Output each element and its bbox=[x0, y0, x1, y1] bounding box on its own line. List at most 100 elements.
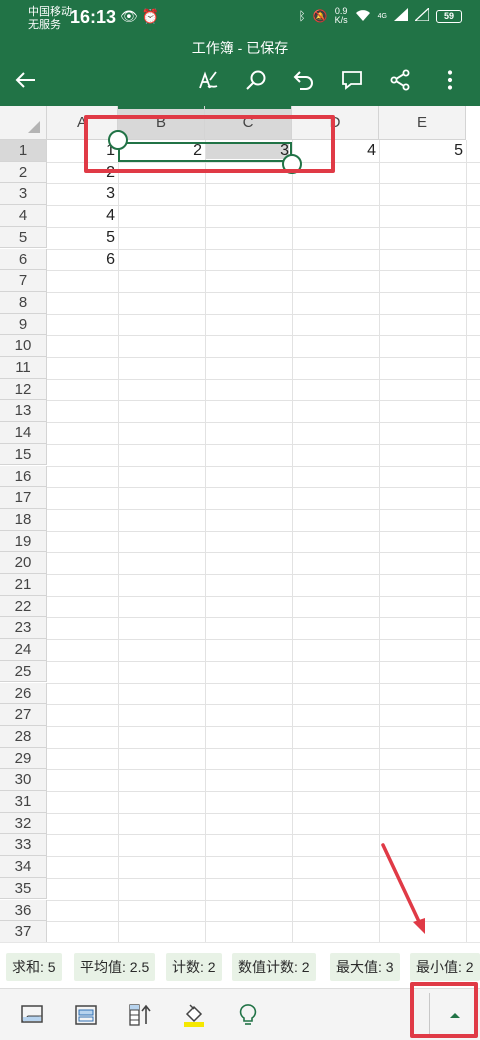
row-gridline bbox=[47, 769, 480, 771]
row-gridline bbox=[47, 725, 480, 727]
annotation-selection-highlight bbox=[84, 115, 335, 173]
row-gridline bbox=[47, 791, 480, 792]
column-gridline bbox=[292, 140, 293, 942]
row-header-31[interactable]: 31 bbox=[0, 791, 47, 813]
row-header-10[interactable]: 10 bbox=[0, 335, 47, 357]
row-header-37[interactable]: 37 bbox=[0, 921, 47, 942]
share-button[interactable] bbox=[384, 64, 416, 96]
row-gridline bbox=[47, 422, 480, 424]
cell-a4[interactable]: 4 bbox=[47, 205, 118, 227]
lightbulb-icon bbox=[239, 1004, 257, 1025]
row-header-23[interactable]: 23 bbox=[0, 617, 47, 640]
row-header-15[interactable]: 15 bbox=[0, 443, 47, 466]
row-header-34[interactable]: 34 bbox=[0, 856, 47, 878]
draw-button[interactable] bbox=[192, 64, 224, 96]
status-left-icons: 👁⏰ bbox=[120, 8, 163, 25]
row-header-27[interactable]: 27 bbox=[0, 704, 47, 726]
count-chip[interactable]: 计数: 2 bbox=[166, 953, 222, 981]
undo-button[interactable] bbox=[288, 64, 320, 96]
cell-a3[interactable]: 3 bbox=[47, 183, 118, 205]
cell-a5[interactable]: 5 bbox=[47, 227, 118, 249]
fill-color-icon bbox=[184, 1004, 204, 1027]
back-button[interactable] bbox=[10, 64, 42, 96]
more-options-button[interactable] bbox=[434, 64, 466, 96]
battery-indicator: 59 bbox=[436, 9, 462, 23]
row-gridline bbox=[47, 552, 480, 554]
row-header-3[interactable]: 3 bbox=[0, 183, 47, 206]
status-right-icons: ᛒ 🔕 0.9 K/s 4G 59 bbox=[298, 7, 462, 25]
card-view-icon bbox=[75, 1005, 97, 1025]
row-header-20[interactable]: 20 bbox=[0, 552, 47, 574]
row-header-13[interactable]: 13 bbox=[0, 400, 47, 423]
select-all-corner[interactable] bbox=[0, 106, 47, 140]
share-icon bbox=[390, 69, 410, 91]
cell-e1[interactable]: 5 bbox=[379, 140, 466, 162]
comment-button[interactable] bbox=[336, 64, 368, 96]
row-header-9[interactable]: 9 bbox=[0, 313, 47, 336]
select-all-triangle-icon bbox=[28, 121, 40, 133]
row-header-28[interactable]: 28 bbox=[0, 725, 47, 748]
row-header-21[interactable]: 21 bbox=[0, 574, 47, 596]
row-header-30[interactable]: 30 bbox=[0, 769, 47, 791]
carrier-service: 无服务 bbox=[28, 19, 61, 31]
numeric-count-chip[interactable]: 数值计数: 2 bbox=[232, 953, 316, 981]
row-header-24[interactable]: 24 bbox=[0, 639, 47, 661]
row-gridline bbox=[47, 465, 480, 467]
row-header-2[interactable]: 2 bbox=[0, 161, 47, 184]
row-gridline bbox=[47, 812, 480, 814]
row-header-7[interactable]: 7 bbox=[0, 270, 47, 292]
average-chip[interactable]: 平均值: 2.5 bbox=[74, 953, 156, 981]
column-header-e[interactable]: E bbox=[379, 106, 466, 140]
row-header-8[interactable]: 8 bbox=[0, 291, 47, 314]
row-header-33[interactable]: 33 bbox=[0, 834, 47, 857]
row-gridline bbox=[47, 595, 480, 597]
row-gridline bbox=[47, 682, 480, 684]
row-gridline bbox=[47, 660, 480, 662]
row-gridline bbox=[47, 357, 480, 358]
row-header-5[interactable]: 5 bbox=[0, 226, 47, 249]
spreadsheet-grid[interactable]: A B C D E 1 2 3 4 5 6 7 8 9 10 11 12 13 14 15 16 17 18 19 20 21 22… bbox=[0, 106, 480, 942]
row-gridline bbox=[47, 834, 480, 836]
ideas-button[interactable] bbox=[232, 999, 264, 1031]
fill-color-button[interactable] bbox=[178, 999, 210, 1031]
bluetooth-icon: ᛒ bbox=[298, 9, 306, 23]
row-gridline bbox=[47, 291, 480, 293]
row-header-18[interactable]: 18 bbox=[0, 508, 47, 531]
row-header-4[interactable]: 4 bbox=[0, 205, 47, 227]
row-header-36[interactable]: 36 bbox=[0, 899, 47, 922]
cell-a6[interactable]: 6 bbox=[47, 249, 118, 271]
sum-chip[interactable]: 求和: 5 bbox=[6, 953, 62, 981]
row-header-32[interactable]: 32 bbox=[0, 812, 47, 835]
net-speed: 0.9 K/s bbox=[335, 7, 348, 25]
row-header-25[interactable]: 25 bbox=[0, 660, 47, 683]
card-view-button[interactable] bbox=[70, 999, 102, 1031]
max-chip[interactable]: 最大值: 3 bbox=[330, 953, 400, 981]
min-chip[interactable]: 最小值: 2 bbox=[410, 953, 480, 981]
row-gridline bbox=[47, 443, 480, 445]
row-header-26[interactable]: 26 bbox=[0, 682, 47, 705]
row-header-11[interactable]: 11 bbox=[0, 357, 47, 379]
freeze-panes-button[interactable] bbox=[16, 999, 48, 1031]
row-header-19[interactable]: 19 bbox=[0, 530, 47, 553]
row-gridline bbox=[47, 270, 480, 272]
row-header-6[interactable]: 6 bbox=[0, 248, 47, 271]
no-signal-icon bbox=[413, 6, 430, 24]
row-header-17[interactable]: 17 bbox=[0, 487, 47, 509]
row-header-1[interactable]: 1 bbox=[0, 140, 47, 162]
app-header: 中国移动 无服务 16:13 👁⏰ ᛒ 🔕 0.9 K/s 4G 59 工作簿 … bbox=[0, 0, 480, 106]
row-header-29[interactable]: 29 bbox=[0, 747, 47, 770]
row-header-22[interactable]: 22 bbox=[0, 595, 47, 618]
row-header-35[interactable]: 35 bbox=[0, 877, 47, 900]
row-header-14[interactable]: 14 bbox=[0, 422, 47, 444]
row-header-16[interactable]: 16 bbox=[0, 465, 47, 488]
sort-button[interactable] bbox=[124, 999, 156, 1031]
column-gridline bbox=[118, 140, 119, 942]
row-gridline bbox=[47, 400, 480, 402]
status-time: 16:13 bbox=[70, 7, 117, 27]
row-header-12[interactable]: 12 bbox=[0, 378, 47, 401]
row-gridline bbox=[47, 530, 480, 532]
row-gridline bbox=[47, 335, 480, 337]
row-gridline bbox=[47, 617, 480, 619]
row-gridline bbox=[47, 378, 480, 380]
search-button[interactable] bbox=[240, 64, 272, 96]
